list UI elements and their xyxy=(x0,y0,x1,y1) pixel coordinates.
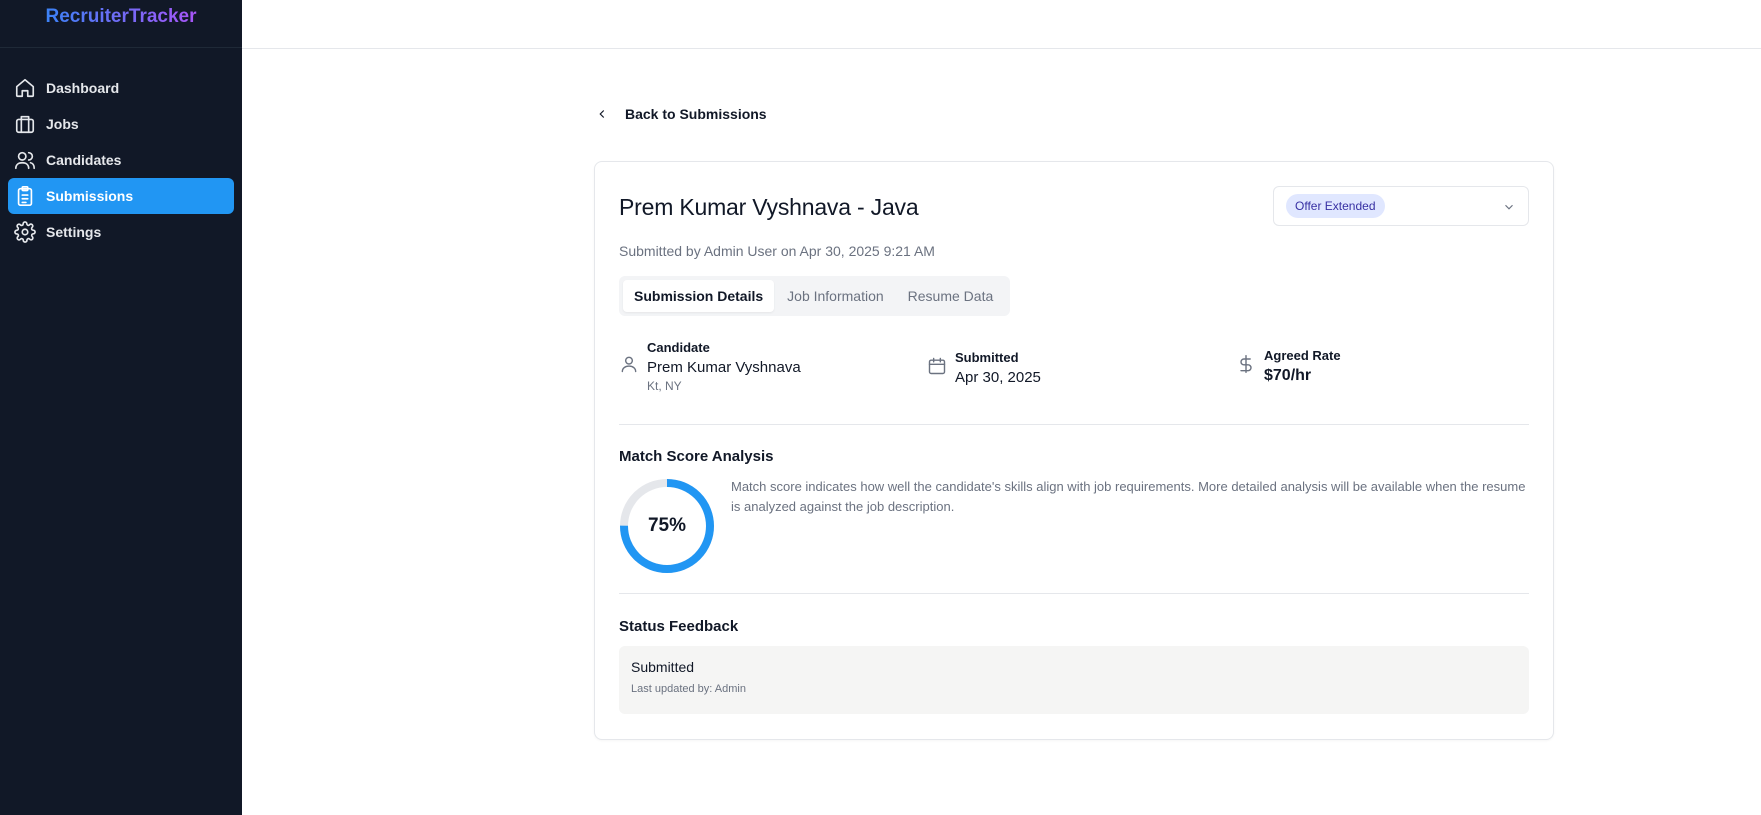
feedback-status: Submitted xyxy=(631,659,695,675)
tab-resume-data[interactable]: Resume Data xyxy=(897,280,1005,312)
tab-submission-details[interactable]: Submission Details xyxy=(623,280,775,312)
briefcase-icon xyxy=(12,111,38,137)
back-link-label: Back to Submissions xyxy=(625,106,767,122)
sidebar-item-label: Dashboard xyxy=(46,80,120,96)
status-badge: Offer Extended xyxy=(1286,194,1385,218)
submission-info-row: Candidate Prem Kumar Vyshnava Kt, NY Sub… xyxy=(619,340,1529,416)
users-icon xyxy=(12,147,38,173)
sidebar: RecruiterTracker Dashboard Jobs Candidat… xyxy=(0,0,242,815)
tab-job-information[interactable]: Job Information xyxy=(776,280,895,312)
candidate-location: Kt, NY xyxy=(647,379,682,393)
sidebar-nav: Dashboard Jobs Candidates Submissions Se… xyxy=(0,70,242,250)
tab-list: Submission Details Job Information Resum… xyxy=(619,276,1011,316)
agreed-rate-info: Agreed Rate $70/hr xyxy=(1236,348,1341,385)
candidate-info: Candidate Prem Kumar Vyshnava Kt, NY xyxy=(619,340,801,393)
sidebar-item-label: Jobs xyxy=(46,116,79,132)
submitted-label: Submitted xyxy=(955,350,1019,365)
sidebar-item-label: Submissions xyxy=(46,188,134,204)
sidebar-item-submissions[interactable]: Submissions xyxy=(8,178,234,214)
match-score-value: 75% xyxy=(647,515,687,536)
chevron-left-icon xyxy=(599,110,605,118)
user-icon xyxy=(619,354,639,379)
status-feedback-box: Submitted Last updated by: Admin xyxy=(619,646,1529,714)
top-bar xyxy=(242,0,1761,49)
submitted-date: Apr 30, 2025 xyxy=(955,369,1041,386)
submitted-info: Submitted Apr 30, 2025 xyxy=(927,350,1041,386)
candidate-name: Prem Kumar Vyshnava xyxy=(647,359,801,376)
home-icon xyxy=(12,75,38,101)
status-feedback-title: Status Feedback xyxy=(619,618,739,635)
calendar-icon xyxy=(927,356,947,381)
submission-subtitle: Submitted by Admin User on Apr 30, 2025 … xyxy=(619,243,935,259)
chevron-down-icon xyxy=(1505,204,1513,210)
gear-icon xyxy=(12,219,38,245)
clipboard-list-icon xyxy=(12,183,38,209)
sidebar-item-dashboard[interactable]: Dashboard xyxy=(8,70,234,106)
back-to-submissions-link[interactable]: Back to Submissions xyxy=(595,106,767,122)
submission-card: Prem Kumar Vyshnava - Java Submitted by … xyxy=(594,161,1554,740)
brand-logo-text[interactable]: RecruiterTracker xyxy=(45,6,196,28)
feedback-meta: Last updated by: Admin xyxy=(631,683,746,695)
agreed-rate-value: $70/hr xyxy=(1264,367,1312,384)
divider xyxy=(619,593,1529,594)
sidebar-item-label: Candidates xyxy=(46,152,122,168)
agreed-rate-label: Agreed Rate xyxy=(1264,348,1341,363)
match-score-description: Match score indicates how well the candi… xyxy=(731,479,1526,514)
divider xyxy=(619,424,1529,425)
candidate-label: Candidate xyxy=(647,340,710,355)
sidebar-item-candidates[interactable]: Candidates xyxy=(8,142,234,178)
match-score-title: Match Score Analysis xyxy=(619,448,774,465)
brand: RecruiterTracker xyxy=(0,0,242,48)
status-select[interactable]: Offer Extended xyxy=(1273,186,1529,226)
page-title: Prem Kumar Vyshnava - Java xyxy=(619,194,919,220)
sidebar-item-settings[interactable]: Settings xyxy=(8,214,234,250)
sidebar-item-label: Settings xyxy=(46,224,102,240)
sidebar-item-jobs[interactable]: Jobs xyxy=(8,106,234,142)
dollar-icon xyxy=(1236,354,1256,379)
